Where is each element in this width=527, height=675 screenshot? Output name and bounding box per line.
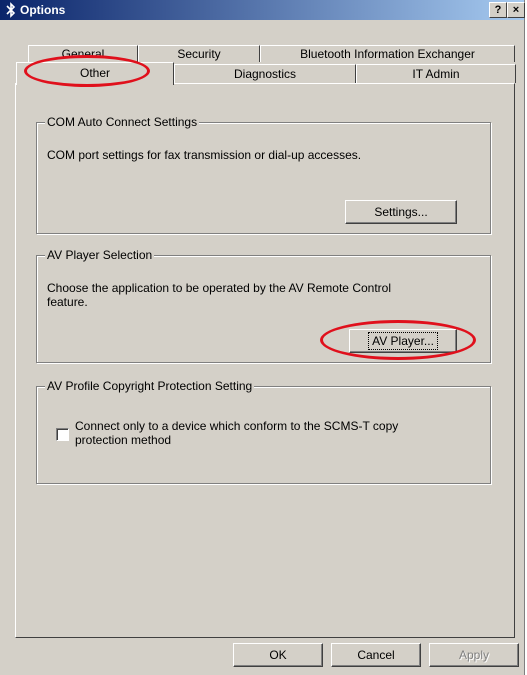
help-button[interactable]: ? (489, 2, 507, 18)
av-player-selection-group: AV Player Selection Choose the applicati… (36, 248, 491, 363)
tab-security[interactable]: Security (138, 45, 260, 62)
options-dialog: Options ? × General Security Bluetooth I… (0, 0, 525, 675)
com-auto-connect-group: COM Auto Connect Settings COM port setti… (36, 115, 491, 234)
scms-t-checkbox-label-line1[interactable]: Connect only to a device which conform t… (75, 419, 398, 433)
scms-t-checkbox[interactable] (56, 428, 69, 441)
window-title: Options (20, 3, 66, 17)
cancel-button[interactable]: Cancel (331, 643, 421, 667)
tab-bluetooth-information-exchanger[interactable]: Bluetooth Information Exchanger (260, 45, 515, 62)
com-group-description: COM port settings for fax transmission o… (47, 148, 362, 162)
ok-button-label: OK (269, 648, 287, 662)
copyright-protection-group: AV Profile Copyright Protection Setting … (36, 379, 491, 484)
settings-button-label: Settings... (374, 205, 428, 219)
av-player-button-label: AV Player... (368, 332, 438, 350)
title-bar[interactable]: Options ? × (0, 0, 525, 20)
copyright-group-title: AV Profile Copyright Protection Setting (45, 379, 255, 393)
cancel-button-label: Cancel (357, 648, 395, 662)
tab-general[interactable]: General (28, 45, 138, 62)
av-player-button[interactable]: AV Player... (349, 329, 457, 353)
av-group-title: AV Player Selection (45, 248, 155, 262)
av-group-description-line2: feature. (47, 295, 88, 309)
tab-diagnostics[interactable]: Diagnostics (174, 64, 356, 83)
com-group-title: COM Auto Connect Settings (45, 115, 200, 129)
tab-panel-other: COM Auto Connect Settings COM port setti… (15, 83, 515, 638)
apply-button[interactable]: Apply (429, 643, 519, 667)
tab-other[interactable]: Other (16, 62, 174, 85)
settings-button[interactable]: Settings... (345, 200, 457, 224)
ok-button[interactable]: OK (233, 643, 323, 667)
tab-it-admin[interactable]: IT Admin (356, 64, 516, 83)
av-group-description-line1: Choose the application to be operated by… (47, 281, 391, 295)
bluetooth-icon (6, 2, 16, 18)
close-button[interactable]: × (507, 2, 525, 18)
scms-t-checkbox-label-line2[interactable]: protection method (75, 433, 171, 447)
apply-button-label: Apply (458, 648, 490, 662)
